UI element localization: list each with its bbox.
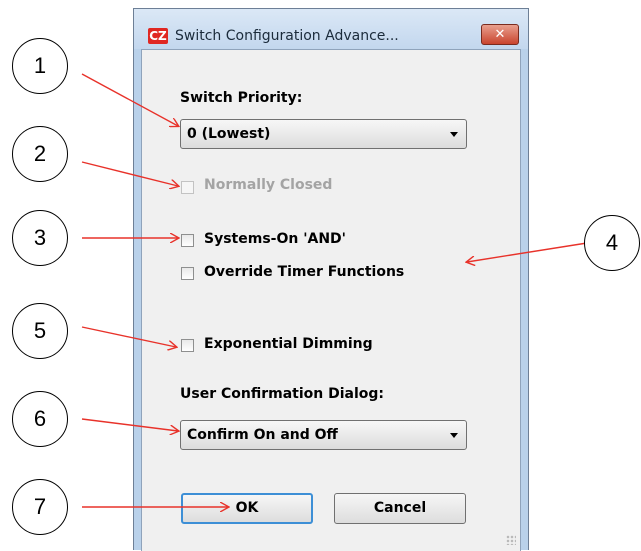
callout-5: 5 bbox=[12, 303, 68, 359]
callout-arrows bbox=[81, 73, 588, 550]
arrow-6 bbox=[81, 418, 178, 431]
arrow-4 bbox=[467, 242, 588, 262]
callout-3: 3 bbox=[12, 210, 68, 266]
arrow-5 bbox=[81, 326, 176, 347]
callout-1: 1 bbox=[12, 38, 68, 94]
callout-2: 2 bbox=[12, 126, 68, 182]
arrow-2 bbox=[81, 161, 178, 186]
callout-7: 7 bbox=[12, 479, 68, 535]
callout-4: 4 bbox=[584, 215, 640, 271]
callout-6: 6 bbox=[12, 391, 68, 447]
arrow-1 bbox=[81, 73, 178, 126]
